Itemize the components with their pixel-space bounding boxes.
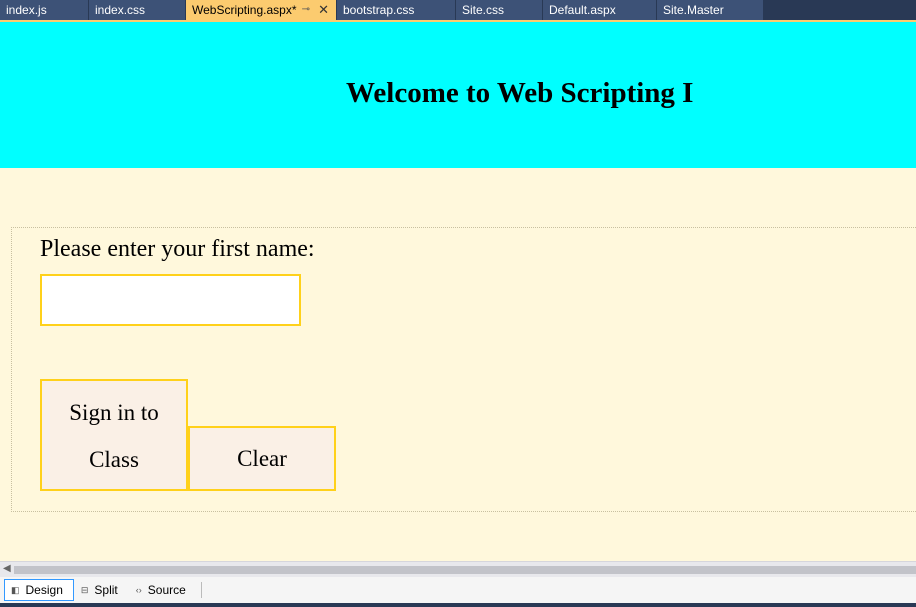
first-name-label: Please enter your first name: bbox=[40, 236, 315, 262]
first-name-input[interactable] bbox=[40, 274, 301, 326]
tab-label: index.js bbox=[6, 3, 47, 17]
tab-default-aspx[interactable]: Default.aspx bbox=[543, 0, 656, 20]
close-icon[interactable]: ✕ bbox=[318, 0, 329, 20]
horizontal-scrollbar[interactable]: ◀ bbox=[0, 561, 916, 577]
design-icon: ◧ bbox=[11, 585, 20, 595]
tab-label: Default.aspx bbox=[549, 3, 616, 17]
scrollbar-thumb[interactable] bbox=[14, 566, 916, 574]
clear-button[interactable]: Clear bbox=[188, 426, 336, 491]
tab-label: index.css bbox=[95, 3, 146, 17]
page-title: Welcome to Web Scripting I bbox=[346, 77, 694, 109]
scroll-left-icon[interactable]: ◀ bbox=[3, 563, 11, 574]
tab-label: Site.css bbox=[462, 3, 505, 17]
page-header: Welcome to Web Scripting I bbox=[0, 22, 916, 168]
clear-label: Clear bbox=[237, 446, 287, 471]
tab-label: Site.Master bbox=[663, 3, 724, 17]
design-surface: Please enter your first name: Sign in to… bbox=[0, 168, 916, 561]
design-view-label: Design bbox=[25, 583, 63, 597]
source-view-label: Source bbox=[147, 583, 186, 597]
document-tab-bar: index.js index.css WebScripting.aspx* ⊸ … bbox=[0, 0, 916, 20]
view-switcher: ◧ Design ⊟ Split ‹› Source bbox=[0, 577, 916, 603]
tab-label: bootstrap.css bbox=[343, 3, 415, 17]
pin-icon[interactable]: ⊸ bbox=[302, 0, 310, 20]
split-view-tab[interactable]: ⊟ Split bbox=[74, 579, 129, 601]
design-view-tab[interactable]: ◧ Design bbox=[4, 579, 74, 601]
tab-webscripting-aspx[interactable]: WebScripting.aspx* ⊸ ✕ bbox=[186, 0, 336, 20]
tab-label: WebScripting.aspx* bbox=[192, 3, 297, 17]
source-view-tab[interactable]: ‹› Source bbox=[129, 579, 197, 601]
split-view-label: Split bbox=[94, 583, 118, 597]
source-icon: ‹› bbox=[135, 585, 142, 595]
sign-in-button[interactable]: Sign in to Class bbox=[40, 379, 188, 491]
sign-in-label-line2: Class bbox=[89, 447, 139, 472]
status-strip bbox=[0, 603, 916, 607]
tab-site-master[interactable]: Site.Master bbox=[657, 0, 763, 20]
tab-index-js[interactable]: index.js bbox=[0, 0, 88, 20]
sign-in-label-line1: Sign in to bbox=[69, 400, 159, 425]
tab-bootstrap-css[interactable]: bootstrap.css bbox=[337, 0, 455, 20]
split-icon: ⊟ bbox=[80, 585, 89, 595]
tab-site-css[interactable]: Site.css bbox=[456, 0, 542, 20]
toolbar-separator bbox=[200, 582, 202, 598]
tab-index-css[interactable]: index.css bbox=[89, 0, 185, 20]
